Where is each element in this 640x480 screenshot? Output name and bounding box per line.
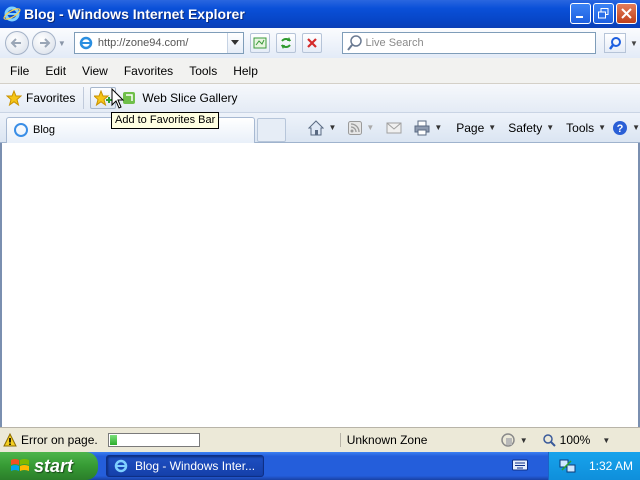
ie-icon — [79, 36, 93, 50]
maximize-button[interactable] — [593, 3, 614, 24]
feeds-icon — [348, 120, 363, 135]
close-icon — [621, 8, 632, 19]
protected-mode-icon[interactable] — [500, 432, 516, 448]
add-favorites-icon — [94, 90, 113, 106]
address-field[interactable]: http://zone94.com/ — [73, 32, 244, 54]
security-zone[interactable]: Unknown Zone — [339, 433, 490, 447]
forward-icon — [39, 38, 51, 48]
windows-flag-icon — [11, 459, 29, 471]
back-icon — [10, 38, 21, 48]
address-url: http://zone94.com/ — [97, 37, 189, 49]
close-button[interactable] — [616, 3, 637, 24]
print-button[interactable]: ▼ — [414, 120, 442, 136]
title-bar[interactable]: Blog - Windows Internet Explorer — [0, 0, 640, 28]
menu-tools[interactable]: Tools — [183, 64, 223, 78]
page-menu-label: Page — [456, 120, 485, 135]
error-status[interactable]: Error on page. — [3, 433, 98, 447]
new-tab-button[interactable] — [256, 117, 287, 142]
favorites-bar: Favorites Web Slice Gallery — [0, 84, 640, 113]
safety-menu-button[interactable]: Safety ▼ — [508, 121, 554, 135]
minimize-button[interactable] — [570, 3, 591, 24]
feeds-button[interactable]: ▼ — [348, 120, 374, 135]
menu-help[interactable]: Help — [227, 64, 264, 78]
status-bar: Error on page. Unknown Zone ▼ 100% ▼ — [0, 427, 640, 452]
page-menu-button[interactable]: Page ▼ — [456, 121, 496, 135]
stop-icon — [306, 38, 317, 48]
tooltip: Add to Favorites Bar — [111, 112, 220, 129]
read-mail-button[interactable] — [386, 121, 402, 135]
progress-bar — [107, 433, 200, 447]
web-slice-gallery-link[interactable]: Web Slice Gallery — [122, 91, 238, 105]
zoom-control[interactable]: 100% ▼ — [542, 433, 610, 447]
loading-icon — [14, 123, 28, 137]
taskbar-item-ie[interactable]: Blog - Windows Inter... — [106, 455, 264, 477]
menu-file[interactable]: File — [4, 64, 35, 78]
ie-icon — [3, 6, 21, 22]
progress-fill — [109, 435, 117, 445]
search-icon — [609, 37, 622, 50]
keyboard-icon[interactable] — [512, 458, 528, 472]
tab-command-bar: Blog ▼ ▼ ▼ Page ▼ Safety ▼ Tools ▼ ? ▼ — [0, 113, 640, 143]
refresh-button[interactable] — [275, 33, 296, 53]
search-icon — [346, 35, 362, 51]
search-placeholder: Live Search — [365, 37, 424, 49]
page-content[interactable] — [0, 143, 640, 427]
web-slice-gallery-label: Web Slice Gallery — [142, 91, 238, 105]
compat-view-icon — [253, 37, 267, 49]
maximize-icon — [598, 8, 609, 19]
refresh-icon — [280, 37, 291, 49]
tools-menu-button[interactable]: Tools ▼ — [566, 121, 606, 135]
clock: 1:32 AM — [589, 459, 634, 473]
mail-icon — [386, 122, 402, 133]
search-options-dropdown[interactable]: ▼ — [630, 39, 640, 48]
tab-label: Blog — [33, 124, 56, 136]
search-go-button[interactable] — [604, 33, 627, 53]
warning-icon — [3, 433, 17, 447]
print-icon — [414, 120, 430, 135]
taskbar-item-label: Blog - Windows Inter... — [135, 459, 256, 473]
stop-button[interactable] — [301, 33, 322, 53]
menu-bar: File Edit View Favorites Tools Help — [0, 58, 640, 84]
mouse-cursor-icon — [111, 88, 125, 109]
compatibility-view-button[interactable] — [249, 33, 270, 53]
help-button[interactable]: ? ▼ — [612, 120, 640, 136]
start-button[interactable]: start — [0, 452, 98, 480]
address-toolbar: ▼ http://zone94.com/ Live Search ▼ — [0, 28, 640, 58]
forward-button[interactable] — [31, 31, 56, 55]
zoom-level: 100% — [559, 433, 591, 447]
menu-view[interactable]: View — [76, 64, 114, 78]
menu-edit[interactable]: Edit — [39, 64, 72, 78]
svg-text:?: ? — [617, 123, 624, 135]
tools-menu-label: Tools — [566, 120, 595, 135]
recent-pages-dropdown[interactable]: ▼ — [58, 39, 68, 48]
help-icon: ? — [613, 120, 628, 135]
minimize-icon — [576, 16, 583, 18]
search-field[interactable]: Live Search — [341, 32, 597, 54]
system-tray: 1:32 AM — [548, 452, 640, 480]
favorites-button[interactable]: Favorites — [6, 87, 85, 109]
zoom-icon — [542, 434, 556, 447]
star-icon — [6, 90, 22, 106]
menu-favorites[interactable]: Favorites — [118, 64, 179, 78]
chevron-down-icon — [231, 40, 240, 45]
taskbar: start Blog - Windows Inter... — [0, 452, 640, 480]
back-button[interactable] — [5, 31, 29, 55]
window-title: Blog - Windows Internet Explorer — [24, 6, 245, 22]
network-icon[interactable] — [559, 458, 577, 474]
start-label: start — [34, 455, 74, 476]
safety-menu-label: Safety — [508, 120, 543, 135]
favorites-label: Favorites — [26, 91, 76, 105]
home-button[interactable]: ▼ — [308, 119, 336, 136]
home-icon — [308, 119, 325, 135]
address-dropdown[interactable] — [226, 33, 243, 53]
error-text: Error on page. — [21, 433, 98, 447]
ie-icon — [114, 459, 128, 473]
